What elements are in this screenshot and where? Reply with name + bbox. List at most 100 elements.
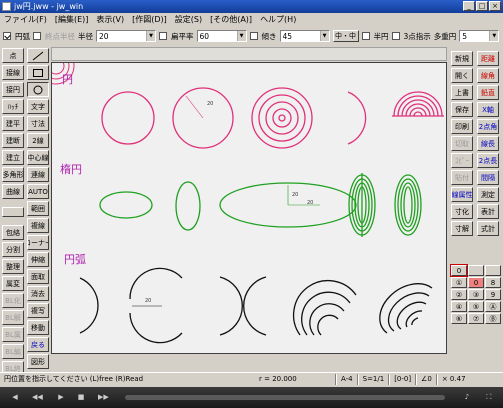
measure-distance[interactable]: 距離	[477, 51, 499, 66]
file-open[interactable]: 開く	[451, 68, 473, 83]
multi-circle-field[interactable]: 5 ▼	[459, 30, 500, 42]
layer-b[interactable]: Ⓑ	[485, 313, 501, 324]
menu-other[interactable]: [その他(A)]	[210, 13, 252, 26]
file-overwrite[interactable]: 上書	[451, 85, 473, 100]
status-zoom[interactable]: × 0.47	[438, 375, 470, 383]
file-save[interactable]: 保存	[451, 102, 473, 117]
radius-field[interactable]: 20 ▼	[96, 30, 156, 42]
tool-text[interactable]: 文字	[27, 99, 49, 114]
volume-icon[interactable]: ♪	[462, 393, 472, 402]
measure-interval[interactable]: 間隔	[477, 170, 499, 185]
file-print[interactable]: 印刷	[451, 119, 473, 134]
layer-group-blank-2[interactable]	[485, 265, 501, 276]
three-point-checkbox[interactable]	[391, 32, 400, 40]
maximize-button[interactable]: □	[476, 1, 488, 11]
forward-icon[interactable]: ▶▶	[98, 393, 109, 402]
tool-block-edit[interactable]: BL編	[2, 344, 24, 359]
menu-file[interactable]: ファイル(F)	[4, 13, 47, 26]
end-radius-checkbox[interactable]	[33, 32, 41, 40]
fullscreen-icon[interactable]: ⛶	[484, 393, 494, 402]
menu-settings[interactable]: 設定(S)	[175, 13, 202, 26]
layer-3[interactable]: ③	[468, 289, 484, 300]
layer-a[interactable]: Ⓐ	[485, 301, 501, 312]
chevron-down-icon[interactable]: ▼	[319, 31, 329, 41]
rewind-icon[interactable]: ◀◀	[32, 393, 43, 402]
line-attr-button[interactable]: 線属性	[451, 187, 473, 202]
layer-6[interactable]: ⑥	[451, 313, 467, 324]
tool-auto[interactable]: AUTO	[27, 184, 49, 199]
tool-move[interactable]: 移動	[27, 320, 49, 335]
tool-tidy[interactable]: 整理	[2, 259, 24, 274]
layer-7[interactable]: ⑦	[468, 313, 484, 324]
line-style-swatch[interactable]	[2, 207, 24, 217]
half-circle-checkbox[interactable]	[361, 32, 370, 40]
media-progress-track[interactable]	[125, 395, 445, 400]
tool-envelope[interactable]: 包絡	[2, 225, 24, 240]
tool-section[interactable]: 建断	[2, 133, 24, 148]
layer-2[interactable]: ②	[451, 289, 467, 300]
status-layer[interactable]: [0-0]	[390, 375, 415, 383]
measure-line-angle[interactable]: 線角	[477, 68, 499, 83]
arc-checkbox[interactable]	[3, 32, 11, 40]
chevron-down-icon[interactable]: ▼	[146, 31, 155, 41]
tool-block-release[interactable]: BL解	[2, 310, 24, 325]
layer-4[interactable]: ④	[451, 301, 467, 312]
tool-circle[interactable]	[27, 82, 49, 97]
play-icon[interactable]: ▶	[56, 393, 66, 402]
stop-icon[interactable]: ■	[76, 393, 86, 402]
tool-line[interactable]	[27, 48, 49, 63]
tool-chamfer[interactable]: 面取	[27, 269, 49, 284]
tool-dimension[interactable]: 寸法	[27, 116, 49, 131]
center-base-button[interactable]: 中・中	[332, 30, 359, 42]
measure-vertical[interactable]: 鉛直	[477, 85, 499, 100]
layer-5[interactable]: ⑤	[468, 301, 484, 312]
tool-tangent[interactable]: 接線	[2, 65, 24, 80]
tool-center-line[interactable]: 中心線	[27, 150, 49, 165]
flatness-checkbox[interactable]	[159, 32, 167, 40]
layer-9[interactable]: 9	[485, 289, 501, 300]
file-new[interactable]: 新規	[451, 51, 473, 66]
tool-rect[interactable]	[27, 65, 49, 80]
formula-calc[interactable]: 式計	[477, 221, 499, 236]
tool-elevation[interactable]: 建立	[2, 150, 24, 165]
status-angle[interactable]: ∠0	[417, 375, 436, 383]
edit-copy[interactable]: ｺﾋﾟｰ	[451, 153, 473, 168]
minimize-button[interactable]: _	[463, 1, 475, 11]
tool-extend[interactable]: 伸縮	[27, 252, 49, 267]
flatness-field[interactable]: 60 ▼	[196, 30, 247, 42]
skip-back-icon[interactable]: ◀	[10, 393, 20, 402]
table-calc[interactable]: 表計	[477, 204, 499, 219]
measure-x-axis[interactable]: X軸	[477, 102, 499, 117]
menu-help[interactable]: ヘルプ(H)	[260, 13, 296, 26]
tool-tangent-circle[interactable]: 接円	[2, 82, 24, 97]
tool-shape[interactable]: 図形	[27, 354, 49, 369]
tool-connect[interactable]: 連線	[27, 167, 49, 182]
menu-view[interactable]: 表示(V)	[96, 13, 124, 26]
measure-2pt-length[interactable]: 2点長	[477, 153, 499, 168]
tool-double-line[interactable]: 2線	[27, 133, 49, 148]
drawing-canvas[interactable]: 円 20 楕円 20 20 円弧 20	[37, 47, 448, 355]
tool-offset[interactable]: 複線	[27, 218, 49, 233]
measure-line-length[interactable]: 線長	[477, 136, 499, 151]
drawing-svg[interactable]: 円 20 楕円 20 20 円弧 20	[37, 47, 448, 355]
layer-group-0[interactable]: 0	[450, 264, 468, 277]
tool-hatch[interactable]: ﾊｯﾁ	[2, 99, 24, 114]
tool-block-attr[interactable]: BL属	[2, 327, 24, 342]
tool-copy[interactable]: 複写	[27, 303, 49, 318]
chevron-down-icon[interactable]: ▼	[236, 31, 246, 41]
tilt-checkbox[interactable]	[249, 32, 258, 40]
edit-cut[interactable]: 切取	[451, 136, 473, 151]
tool-plan[interactable]: 建平	[2, 116, 24, 131]
chevron-down-icon[interactable]: ▼	[489, 31, 499, 41]
tool-attr-change[interactable]: 属変	[2, 276, 24, 291]
tool-undo[interactable]: 戻る	[27, 337, 49, 352]
tool-curve[interactable]: 曲線	[2, 184, 24, 199]
layer-group-blank[interactable]	[468, 265, 484, 276]
menu-edit[interactable]: [編集(E)]	[55, 13, 89, 26]
tool-point[interactable]: 点	[2, 48, 24, 63]
layer-8[interactable]: 8	[485, 277, 501, 288]
tool-block[interactable]: BL化	[2, 293, 24, 308]
measure-button[interactable]: 測定	[477, 187, 499, 202]
tool-corner[interactable]: コーナー	[27, 235, 49, 250]
tilt-field[interactable]: 45 ▼	[279, 30, 330, 42]
